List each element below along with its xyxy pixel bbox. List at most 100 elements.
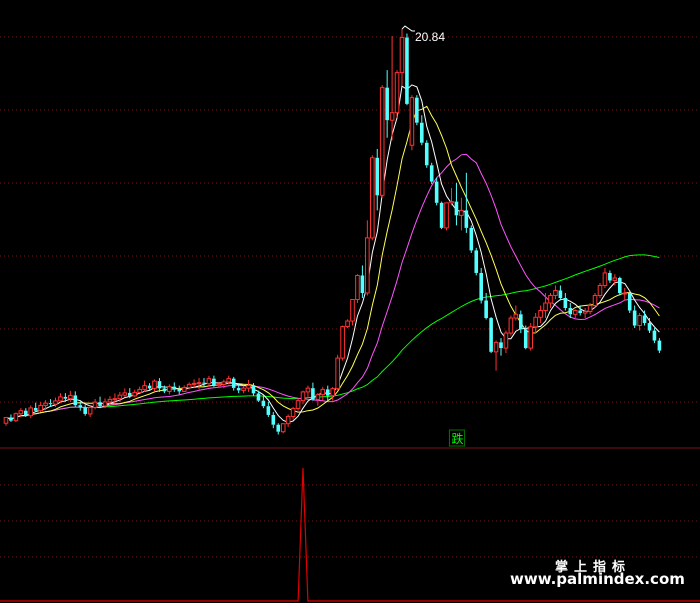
candle-body-down [618,277,622,293]
candle-body-down [568,308,573,315]
candle-body-down [415,97,419,123]
candle-body-up [196,382,202,385]
candle-body-down [632,310,637,326]
candle-body-up [226,378,232,383]
candle-body-down [627,292,632,311]
candle-body-up [528,326,534,349]
candle [335,354,340,391]
candle-body-down [434,181,439,203]
candle-body-down [266,406,271,415]
candle-body-down [454,201,459,216]
candle-body-down [33,407,38,411]
candle-body-down [311,388,315,400]
candle-body-down [489,318,493,352]
candle-body-up [508,317,514,334]
candle-body-down [464,210,469,228]
candle [379,85,385,198]
candle-body-up [399,37,405,74]
candle-body-up [181,387,187,392]
candle-body-up [320,388,326,396]
candle-body-down [231,378,236,388]
candle-body-down [474,250,479,273]
candle-body-up [345,320,350,328]
candle-body-up [315,394,321,400]
candle-body-down [256,393,261,401]
candle [508,315,514,336]
candle-body-up [68,394,73,400]
candle-body-down [98,402,102,406]
candle-body-down [202,382,206,384]
candle-body-down [642,315,647,324]
candle [469,225,474,253]
candle-body-down [83,407,87,414]
candle-body-up [330,388,335,397]
candle-body-up [246,384,251,389]
candle-body-up [122,392,128,396]
candle-body-up [300,391,306,402]
candle-body-up [87,406,93,415]
candle-body-down [78,405,83,408]
candle [409,95,415,151]
candle-body-up [503,332,509,349]
candle-body-up [538,310,543,318]
candle-body-down [519,314,523,330]
candle-body-up [152,380,157,389]
watermark-url: www.palmindex.com [510,570,685,588]
candle-body-up [444,202,449,229]
candle [340,325,345,361]
candle-body-up [285,415,291,425]
candle-body-up [637,315,642,327]
candle-body-up [592,294,598,307]
candle-body-up [241,387,246,391]
candle-body-down [147,385,152,389]
candle-body-up [137,388,142,393]
candle-body-up [548,294,553,304]
candle-body-down [424,142,429,166]
stock-chart: 20.84 跌 [0,0,700,603]
candle-body-up [340,326,345,359]
candle-body-up [290,407,296,417]
candle-body-down [608,272,612,281]
candle-body-up [365,237,370,294]
candle-body-up [587,305,593,313]
candle-body-down [558,290,563,298]
candle-body-up [389,112,395,121]
candle [489,317,493,354]
candle [434,177,439,206]
candle-body-up [58,396,63,402]
candle-body-down [325,389,330,396]
candle-body-down [236,387,241,391]
candle-body-up [43,402,48,406]
candle-body-up [13,413,19,422]
candle-body-up [572,310,578,315]
candle-body-up [602,272,608,286]
candle [592,292,598,309]
candle-body-down [261,400,266,407]
candle-body-up [53,400,58,405]
candle-body-up [543,302,548,312]
candle-body-up [107,398,113,403]
candle-body-down [172,386,177,390]
candle [280,423,286,434]
candle-body-down [212,378,216,386]
candle-body-down [652,330,657,341]
candle-body-down [405,37,409,104]
candle [528,323,534,351]
candle-body-up [370,157,375,239]
candle-body-up [622,292,628,295]
candle [405,33,409,106]
candle-body-up [355,274,360,301]
candle-body-down [127,392,132,396]
candle-body-up [167,386,172,392]
peak-price-label: 20.84 [415,30,445,44]
candle [439,201,444,230]
candle [415,95,419,126]
candle-body-down [484,300,488,319]
candle-body-up [305,387,311,393]
candle [345,319,350,329]
candle-body-up [335,357,340,390]
candle-body-down [420,122,424,143]
candle-body-up [112,398,118,401]
candle-body-up [379,87,385,196]
candle-body-down [251,385,256,394]
